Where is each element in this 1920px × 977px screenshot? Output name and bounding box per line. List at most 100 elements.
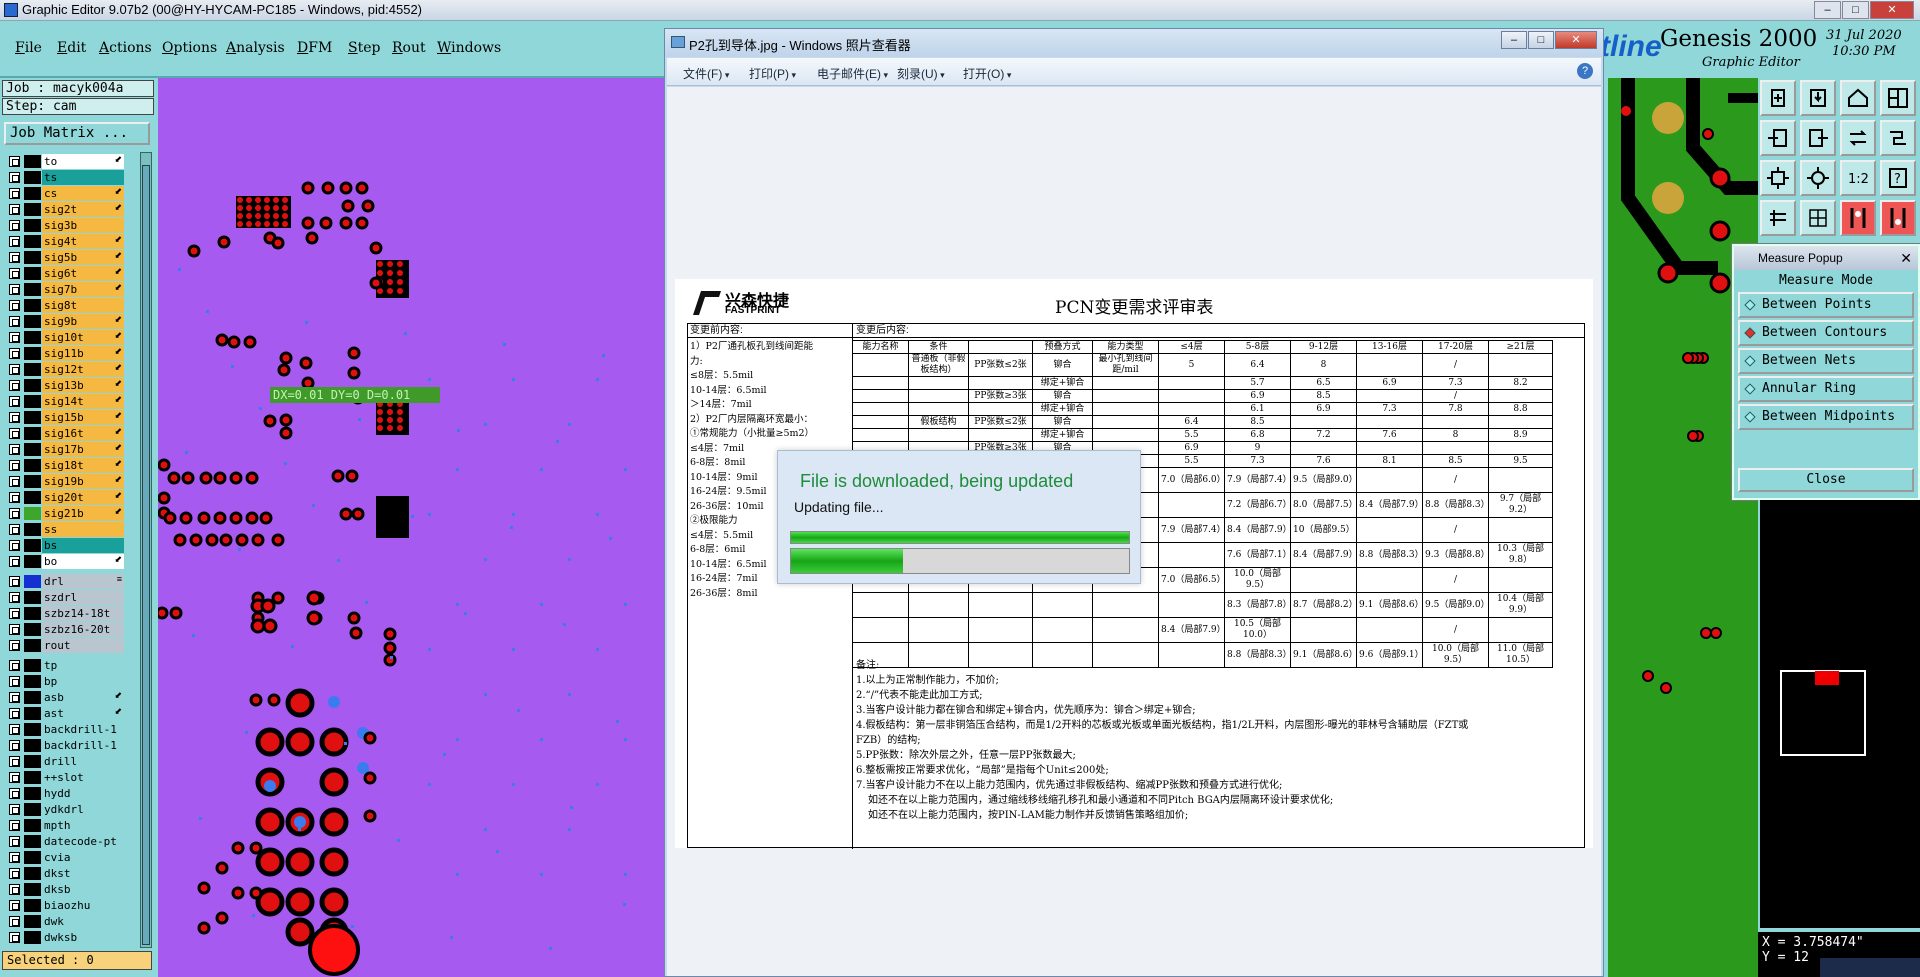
layer-row[interactable]: sig20t ⬋	[2, 490, 126, 505]
layer-checkbox[interactable]	[9, 508, 20, 519]
measure-option[interactable]: Annular Ring	[1738, 376, 1914, 402]
layer-checkbox[interactable]	[9, 932, 20, 943]
layer-name[interactable]: sig5b	[42, 250, 124, 265]
layer-checkbox[interactable]	[9, 676, 20, 687]
scroll-thumb[interactable]	[142, 165, 150, 945]
layer-row[interactable]: sig16t ⬋	[2, 426, 126, 441]
layer-checkbox[interactable]	[9, 804, 20, 815]
layer-row[interactable]: asb ⬋	[2, 690, 126, 705]
layer-row[interactable]: sig17b ⬋	[2, 442, 126, 457]
help-icon[interactable]: ?	[1880, 160, 1916, 196]
layer-checkbox[interactable]	[9, 708, 20, 719]
measure-option[interactable]: Between Contours	[1738, 320, 1914, 346]
layer-name[interactable]: sig11b	[42, 346, 124, 361]
layer-name[interactable]: drill	[42, 754, 124, 769]
measure-icon[interactable]	[1840, 200, 1876, 236]
layer-name[interactable]: sig17b	[42, 442, 124, 457]
layer-row[interactable]: backdrill-1	[2, 722, 126, 737]
layer-checkbox[interactable]	[9, 576, 20, 587]
layer-checkbox[interactable]	[9, 608, 20, 619]
layer-row[interactable]: sig11b ⬋	[2, 346, 126, 361]
layer-row[interactable]: dksb	[2, 882, 126, 897]
viewer-menu-item[interactable]: 打开(O)	[963, 65, 1011, 82]
grid-icon[interactable]	[1800, 200, 1836, 236]
layer-row[interactable]: rout	[2, 638, 126, 653]
layer-name[interactable]: backdrill-1	[42, 722, 124, 737]
measure-option[interactable]: Between Points	[1738, 292, 1914, 318]
layer-row[interactable]: sig8t	[2, 298, 126, 313]
layer-row[interactable]: dwksb	[2, 930, 126, 945]
layer-row[interactable]: to ⬋	[2, 154, 126, 169]
layer-row[interactable]: sig21b ⬋	[2, 506, 126, 521]
viewer-menu-item[interactable]: 文件(F)	[683, 65, 729, 82]
swap-icon[interactable]	[1840, 120, 1876, 156]
layer-checkbox[interactable]	[9, 236, 20, 247]
menu-edit[interactable]: Edit	[57, 40, 86, 56]
layer-name[interactable]: sig4t	[42, 234, 124, 249]
layer-checkbox[interactable]	[9, 820, 20, 831]
layer-row[interactable]: sig3b	[2, 218, 126, 233]
layer-checkbox[interactable]	[9, 428, 20, 439]
layer-row[interactable]: sig5b ⬋	[2, 250, 126, 265]
menu-options[interactable]: Options	[162, 40, 217, 56]
layer-checkbox[interactable]	[9, 724, 20, 735]
layer-name[interactable]: biaozhu	[42, 898, 124, 913]
viewer-close-button[interactable]: ✕	[1555, 31, 1597, 49]
layer-checkbox[interactable]	[9, 524, 20, 535]
layer-checkbox[interactable]	[9, 460, 20, 471]
layer-checkbox[interactable]	[9, 772, 20, 783]
layer-checkbox[interactable]	[9, 412, 20, 423]
layer-name[interactable]: sig16t	[42, 426, 124, 441]
layer-checkbox[interactable]	[9, 660, 20, 671]
measure-net-icon[interactable]	[1880, 200, 1916, 236]
layer-name[interactable]: sig2t	[42, 202, 124, 217]
layer-row[interactable]: cs ⬋	[2, 186, 126, 201]
menu-file[interactable]: File	[15, 40, 42, 56]
close-button[interactable]: ✕	[1870, 1, 1914, 19]
layer-name[interactable]: datecode-pt	[42, 834, 124, 849]
pcb-drawing[interactable]	[158, 78, 668, 977]
layer-name[interactable]: sig14t	[42, 394, 124, 409]
layer-checkbox[interactable]	[9, 444, 20, 455]
layer-name[interactable]: tp	[42, 658, 124, 673]
layer-name[interactable]: asb	[42, 690, 124, 705]
layer-checkbox[interactable]	[9, 884, 20, 895]
layer-row[interactable]: sig10t ⬋	[2, 330, 126, 345]
layer-name[interactable]: szdrl	[42, 590, 124, 605]
layer-name[interactable]: sig18t	[42, 458, 124, 473]
layer-checkbox[interactable]	[9, 592, 20, 603]
layer-name[interactable]: sig6t	[42, 266, 124, 281]
help-icon[interactable]: ?	[1577, 63, 1593, 79]
save-icon[interactable]	[1800, 80, 1836, 116]
layer-row[interactable]: sig2t ⬋	[2, 202, 126, 217]
layer-row[interactable]: tp	[2, 658, 126, 673]
layer-checkbox[interactable]	[9, 156, 20, 167]
layer-checkbox[interactable]	[9, 852, 20, 863]
layer-row[interactable]: bp	[2, 674, 126, 689]
layer-name[interactable]: sig19b	[42, 474, 124, 489]
menu-rout[interactable]: Rout	[392, 40, 426, 56]
layer-row[interactable]: ++slot	[2, 770, 126, 785]
layer-row[interactable]: bs	[2, 538, 126, 553]
layer-checkbox[interactable]	[9, 332, 20, 343]
layer-checkbox[interactable]	[9, 220, 20, 231]
layer-checkbox[interactable]	[9, 868, 20, 879]
layer-checkbox[interactable]	[9, 492, 20, 503]
pan-right-icon[interactable]	[1800, 120, 1836, 156]
home-icon[interactable]	[1840, 80, 1876, 116]
layer-row[interactable]: ydkdrl	[2, 802, 126, 817]
route-icon[interactable]	[1880, 120, 1916, 156]
open-icon[interactable]	[1760, 80, 1796, 116]
layer-row[interactable]: szbz16-20t	[2, 622, 126, 637]
layer-row[interactable]: sig7b ⬋	[2, 282, 126, 297]
layer-row[interactable]: hydd	[2, 786, 126, 801]
layer-row[interactable]: drl ≡	[2, 574, 126, 589]
layer-name[interactable]: ast	[42, 706, 124, 721]
layer-checkbox[interactable]	[9, 204, 20, 215]
overview-map[interactable]	[1758, 500, 1920, 928]
viewer-menu-item[interactable]: 打印(P)	[749, 65, 796, 82]
layer-name[interactable]: sig13b	[42, 378, 124, 393]
layer-name[interactable]: szbz14-18t	[42, 606, 124, 621]
scale-icon[interactable]: 1:2	[1840, 160, 1876, 196]
layer-checkbox[interactable]	[9, 836, 20, 847]
